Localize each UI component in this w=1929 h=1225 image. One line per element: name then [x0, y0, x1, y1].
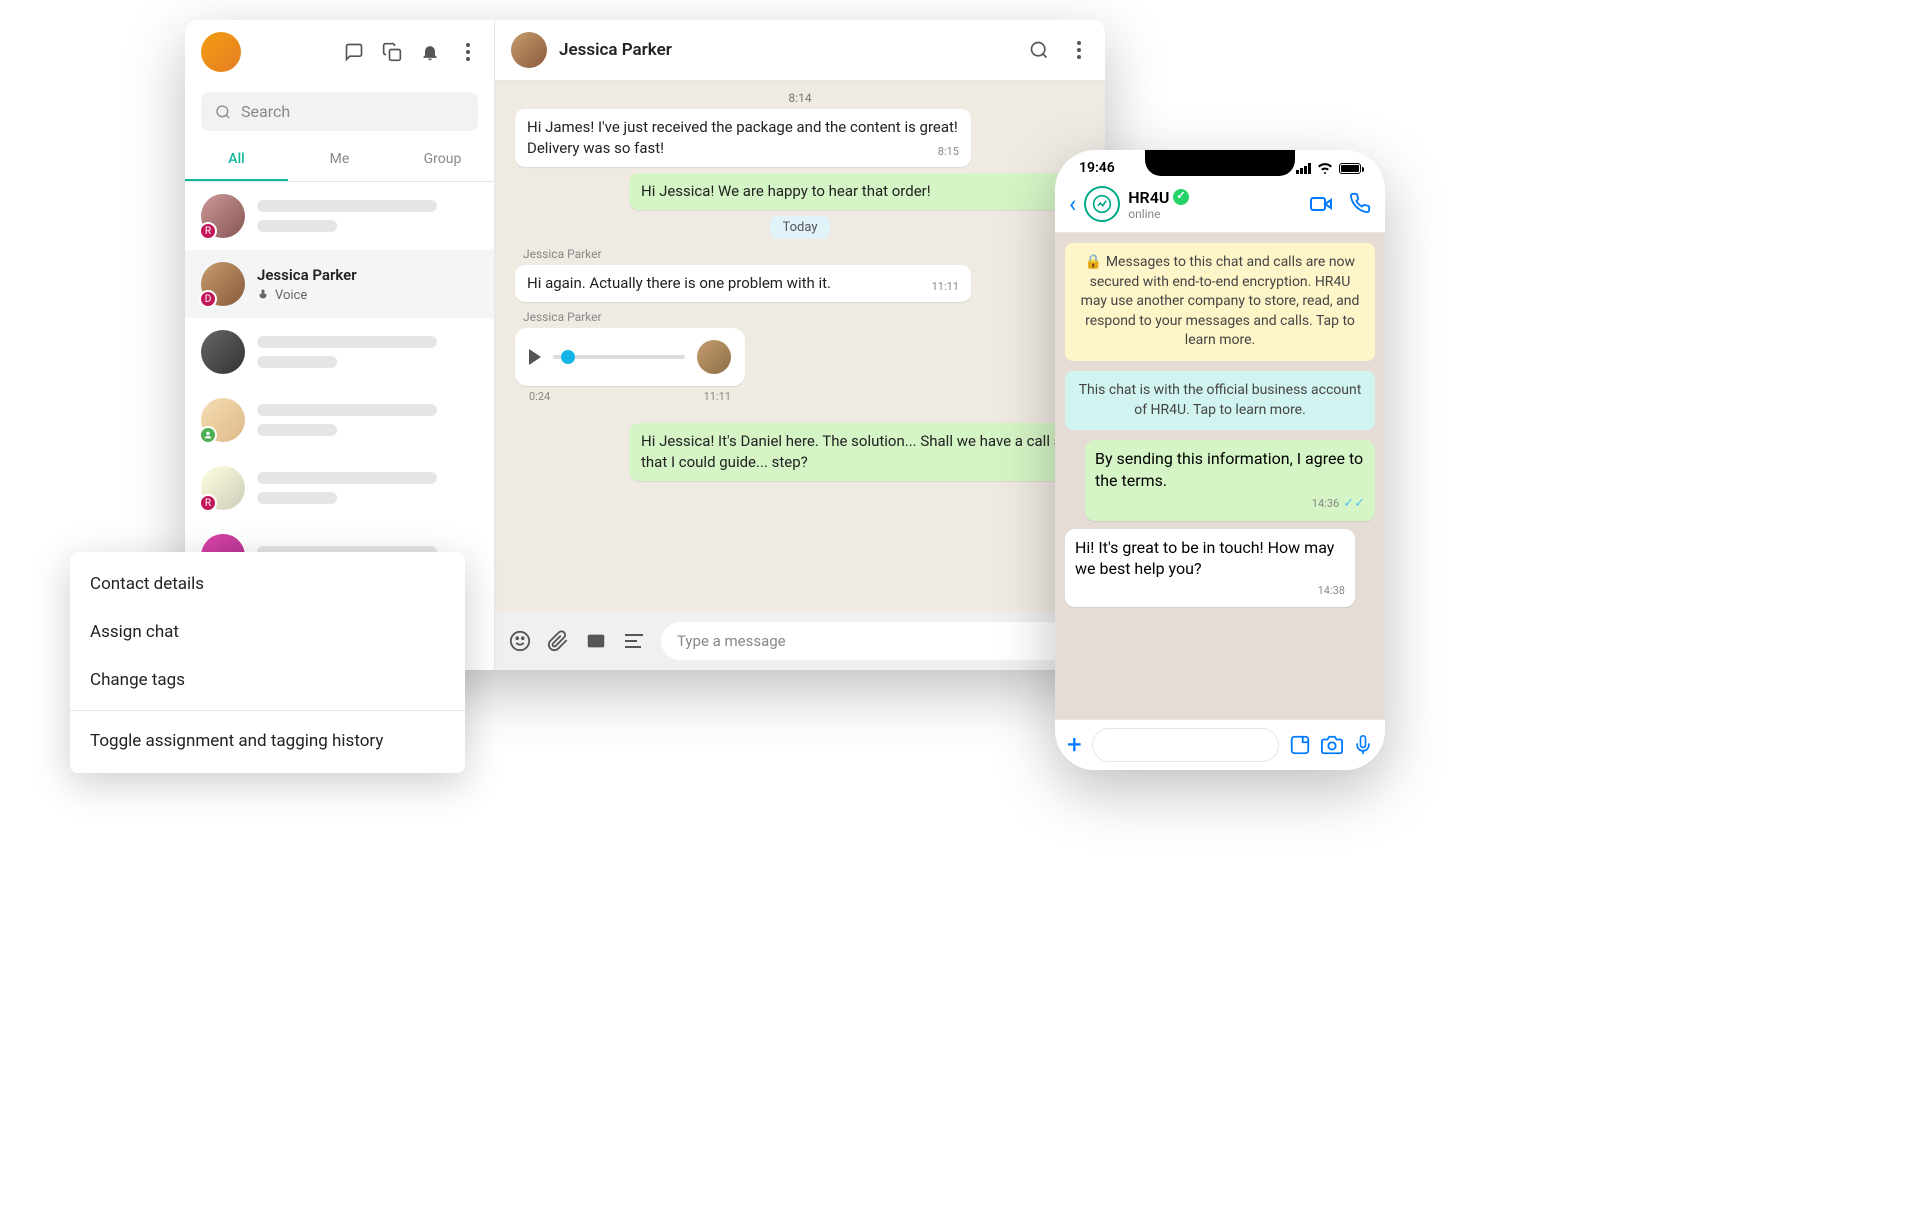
battery-icon [1339, 163, 1361, 174]
voice-message[interactable] [515, 328, 745, 386]
phone-notch [1145, 150, 1295, 176]
mic-icon[interactable] [1353, 734, 1373, 756]
badge: R [199, 222, 217, 240]
play-icon[interactable] [529, 349, 541, 365]
attach-icon[interactable] [547, 630, 569, 652]
status-time: 19:46 [1079, 160, 1115, 176]
emoji-icon[interactable] [509, 630, 531, 652]
more-icon[interactable] [458, 42, 478, 62]
sidebar-header [185, 20, 494, 84]
message-composer: Type a message [495, 612, 1105, 670]
conversation-title: Jessica Parker [559, 40, 672, 60]
chat-name: Jessica Parker [257, 266, 478, 284]
business-avatar[interactable] [1084, 186, 1120, 222]
conversation-header: Jessica Parker [495, 20, 1105, 81]
chat-item-selected[interactable]: D Jessica Parker Voice [185, 250, 494, 318]
tab-me[interactable]: Me [288, 139, 391, 181]
phone-icon[interactable] [1349, 192, 1371, 214]
more-icon[interactable] [1069, 40, 1089, 60]
phone-input[interactable] [1092, 728, 1279, 762]
badge [199, 426, 217, 444]
tab-all[interactable]: All [185, 139, 288, 181]
phone-message-out: By sending this information, I agree to … [1085, 440, 1375, 521]
messages-icon[interactable] [344, 42, 364, 62]
context-menu: Contact details Assign chat Change tags … [70, 552, 465, 773]
bell-icon[interactable] [420, 42, 440, 62]
sidebar-tabs: All Me Group [185, 139, 494, 182]
sticker-icon[interactable] [1289, 734, 1311, 756]
back-icon[interactable]: ‹ [1069, 190, 1076, 218]
encryption-notice[interactable]: 🔒 Messages to this chat and calls are no… [1065, 243, 1375, 361]
search-input[interactable]: Search [201, 92, 478, 131]
message-input[interactable]: Type a message [661, 622, 1091, 660]
phone-chat-header: ‹ HR4U online [1055, 180, 1385, 233]
camera-icon[interactable] [1321, 734, 1343, 756]
message-in: Hi James! I've just received the package… [515, 109, 971, 167]
plus-icon[interactable]: + [1067, 730, 1082, 760]
chat-item[interactable]: R [185, 454, 494, 522]
menu-toggle-history[interactable]: Toggle assignment and tagging history [70, 717, 465, 765]
menu-divider [70, 710, 465, 711]
search-icon [215, 104, 231, 120]
menu-contact-details[interactable]: Contact details [70, 560, 465, 608]
message-in: Hi again. Actually there is one problem … [515, 265, 971, 302]
chat-item[interactable] [185, 386, 494, 454]
sender-label: Jessica Parker [523, 310, 1085, 324]
verified-icon [1173, 189, 1189, 205]
online-status: online [1128, 207, 1189, 221]
search-placeholder: Search [241, 102, 290, 121]
phone-mockup: 19:46 ‹ HR4U online 🔒 Messages to this c… [1055, 150, 1385, 770]
search-icon[interactable] [1029, 40, 1049, 60]
date-chip: Today [515, 216, 1085, 239]
copy-icon[interactable] [382, 42, 402, 62]
menu-change-tags[interactable]: Change tags [70, 656, 465, 704]
tab-group[interactable]: Group [391, 139, 494, 181]
user-avatar[interactable] [201, 32, 241, 72]
format-icon[interactable] [623, 630, 645, 652]
voice-avatar [697, 340, 731, 374]
read-ticks-icon: ✓✓ [1343, 495, 1365, 513]
conversation: Jessica Parker 8:14 Hi James! I've just … [495, 20, 1105, 670]
voice-duration: 0:24 [529, 390, 550, 403]
menu-assign-chat[interactable]: Assign chat [70, 608, 465, 656]
phone-composer: + [1055, 719, 1385, 770]
badge: D [199, 290, 217, 308]
video-icon[interactable] [1309, 192, 1333, 216]
business-name: HR4U [1128, 188, 1169, 207]
mic-icon [257, 288, 269, 302]
chat-preview-label: Voice [275, 288, 307, 303]
business-notice[interactable]: This chat is with the official business … [1065, 371, 1375, 430]
wifi-icon [1317, 162, 1333, 174]
messages-area: 8:14 Hi James! I've just received the pa… [495, 81, 1105, 612]
phone-message-in: Hi! It's great to be in touch! How may w… [1065, 529, 1355, 607]
message-out: Hi Jessica! We are happy to hear that or… [629, 173, 1085, 210]
template-icon[interactable] [585, 630, 607, 652]
signal-icon [1296, 163, 1311, 174]
message-time: 8:14 [515, 91, 1085, 105]
sender-label: Jessica Parker [523, 247, 1085, 261]
badge: R [199, 494, 217, 512]
message-out: Hi Jessica! It's Daniel here. The soluti… [629, 423, 1085, 481]
voice-time: 11:11 [704, 390, 731, 403]
chat-item[interactable]: R [185, 182, 494, 250]
chat-item[interactable] [185, 318, 494, 386]
conversation-avatar[interactable] [511, 32, 547, 68]
phone-messages: 🔒 Messages to this chat and calls are no… [1055, 233, 1385, 719]
